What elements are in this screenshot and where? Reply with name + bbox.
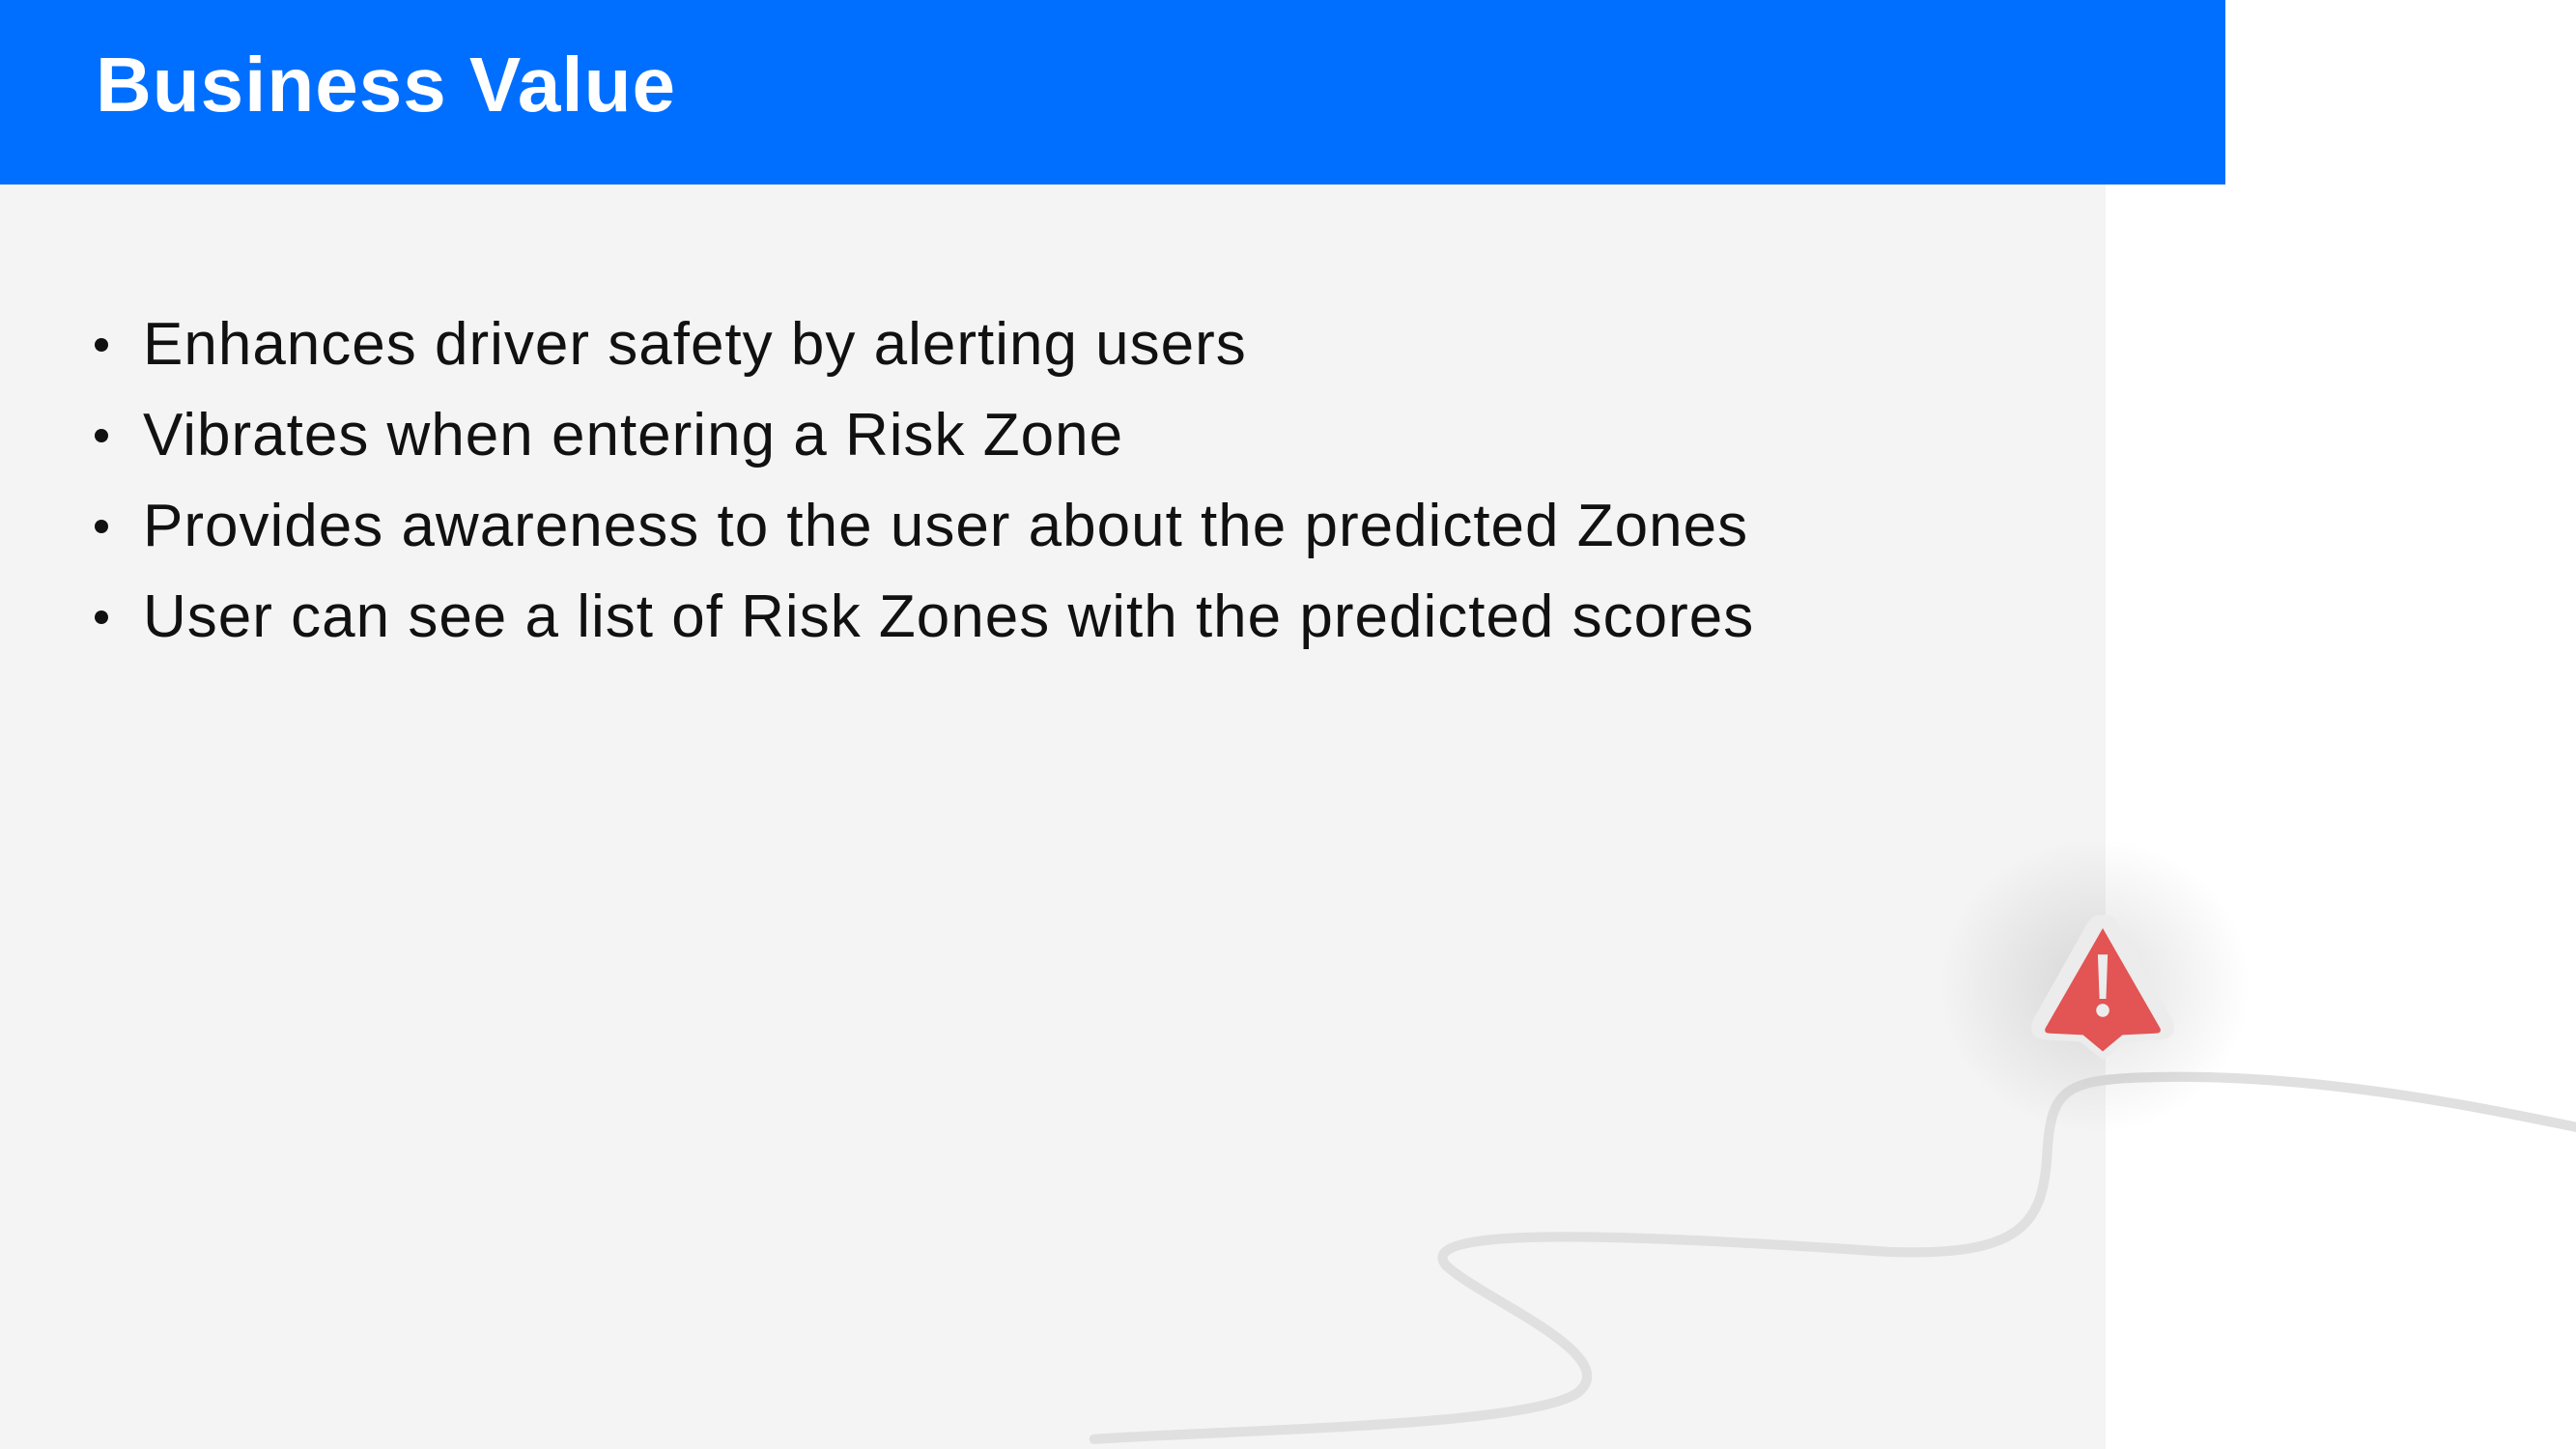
road-path <box>1089 1071 2576 1444</box>
road-illustration <box>1089 838 2576 1444</box>
